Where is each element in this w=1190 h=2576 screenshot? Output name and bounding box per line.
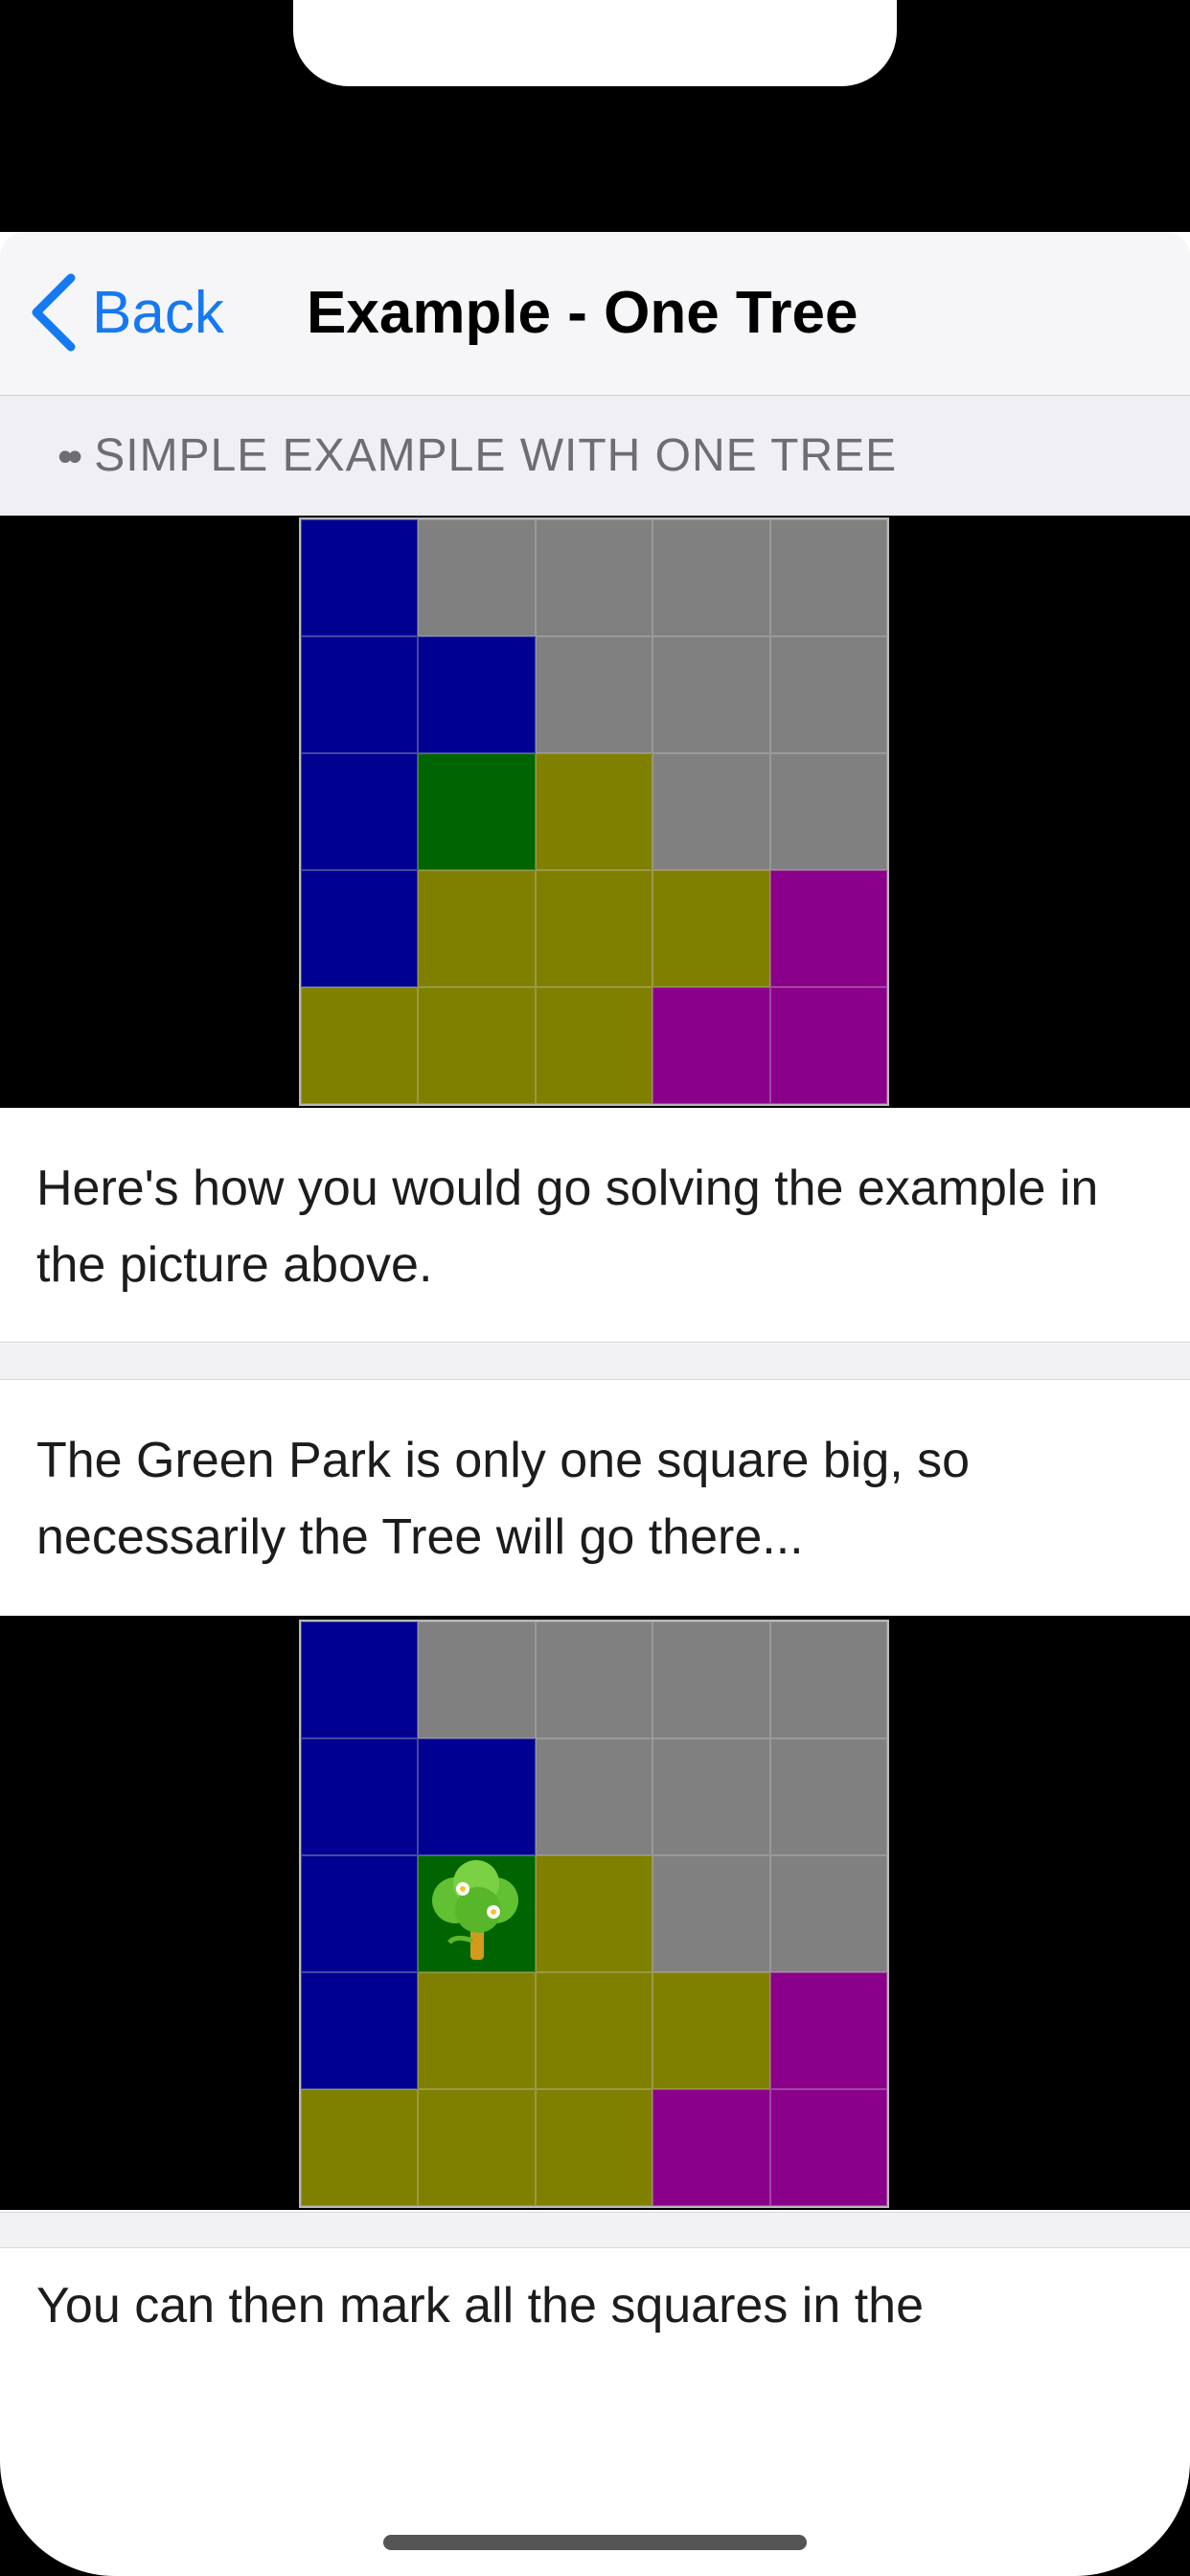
grid-cell-gray[interactable] <box>769 636 887 753</box>
grid-cell-gray[interactable] <box>652 519 770 636</box>
grid-cell-blue[interactable] <box>301 519 419 636</box>
grid-cell-gray[interactable] <box>769 1855 887 1972</box>
grid-cell-gray[interactable] <box>535 1738 653 1855</box>
page-title: Example - One Tree <box>307 279 858 346</box>
grid-cell-gray[interactable] <box>535 519 653 636</box>
grid-cell-gray[interactable] <box>769 1738 887 1855</box>
grid-cell-gray[interactable] <box>652 1622 770 1738</box>
grid-cell-gray[interactable] <box>418 519 536 636</box>
grid-cell-olive[interactable] <box>535 1855 653 1972</box>
section-header: •• SIMPLE EXAMPLE WITH ONE TREE <box>0 396 1190 516</box>
device-frame: Back Example - One Tree •• SIMPLE EXAMPL… <box>0 0 1190 2576</box>
home-indicator[interactable] <box>383 2535 807 2550</box>
grid-cell-olive[interactable] <box>418 2089 536 2206</box>
back-button[interactable]: Back <box>29 273 224 352</box>
grid-cell-blue[interactable] <box>301 870 419 987</box>
grid-cell-olive[interactable] <box>535 987 653 1104</box>
grid-cell-blue[interactable] <box>301 636 419 753</box>
green-park-text: The Green Park is only one square big, s… <box>36 1433 971 1565</box>
grid-cell-olive[interactable] <box>652 1972 770 2089</box>
grid-cell-gray[interactable] <box>769 753 887 870</box>
grid-cell-gray[interactable] <box>535 636 653 753</box>
grid-cell-olive[interactable] <box>652 870 770 987</box>
grid-cell-green[interactable] <box>418 753 536 870</box>
separator <box>0 2212 1190 2248</box>
grid-cell-olive[interactable] <box>418 1972 536 2089</box>
notch <box>293 0 897 86</box>
grid-cell-purple[interactable] <box>769 870 887 987</box>
grid-cell-green[interactable] <box>418 1855 536 1972</box>
puzzle-image-row <box>0 1616 1190 2210</box>
section-dots: •• <box>57 430 82 481</box>
grid-cell-gray[interactable] <box>652 753 770 870</box>
puzzle-grid <box>299 518 889 1106</box>
grid-cell-gray[interactable] <box>652 1738 770 1855</box>
grid-cell-purple[interactable] <box>769 2089 887 2206</box>
grid-cell-olive[interactable] <box>535 1972 653 2089</box>
grid-cell-purple[interactable] <box>652 2089 770 2206</box>
grid-cell-gray[interactable] <box>652 636 770 753</box>
list-item: The Green Park is only one square big, s… <box>0 1380 1190 1616</box>
chevron-left-icon <box>32 273 76 352</box>
grid-cell-gray[interactable] <box>769 519 887 636</box>
grid-cell-gray[interactable] <box>652 1855 770 1972</box>
modal-sheet: Back Example - One Tree •• SIMPLE EXAMPL… <box>0 232 1190 2340</box>
grid-cell-olive[interactable] <box>535 2089 653 2206</box>
list-item: Here's how you would go solving the exam… <box>0 1108 1190 1342</box>
grid-cell-gray[interactable] <box>535 1622 653 1738</box>
grid-cell-blue[interactable] <box>301 1855 419 1972</box>
list-item: You can then mark all the squares in the <box>0 2248 1190 2340</box>
grid-cell-olive[interactable] <box>418 870 536 987</box>
navigation-bar: Back Example - One Tree <box>0 232 1190 396</box>
grid-cell-purple[interactable] <box>769 987 887 1104</box>
mark-squares-text: You can then mark all the squares in the <box>36 2278 924 2334</box>
grid-cell-olive[interactable] <box>535 753 653 870</box>
grid-cell-blue[interactable] <box>418 1738 536 1855</box>
section-title: SIMPLE EXAMPLE WITH ONE TREE <box>94 430 898 481</box>
grid-cell-gray[interactable] <box>769 1622 887 1738</box>
grid-cell-blue[interactable] <box>301 1738 419 1855</box>
grid-cell-gray[interactable] <box>418 1622 536 1738</box>
grid-cell-blue[interactable] <box>301 1622 419 1738</box>
separator <box>0 1342 1190 1380</box>
grid-cell-purple[interactable] <box>652 987 770 1104</box>
puzzle-image-row <box>0 516 1190 1108</box>
grid-cell-blue[interactable] <box>418 636 536 753</box>
grid-cell-blue[interactable] <box>301 1972 419 2089</box>
grid-cell-olive[interactable] <box>301 2089 419 2206</box>
grid-cell-purple[interactable] <box>769 1972 887 2089</box>
intro-text: Here's how you would go solving the exam… <box>36 1161 1099 1293</box>
puzzle-grid-with-tree <box>299 1620 889 2208</box>
grid-cell-blue[interactable] <box>301 753 419 870</box>
grid-cell-olive[interactable] <box>418 987 536 1104</box>
grid-cell-olive[interactable] <box>535 870 653 987</box>
back-label: Back <box>92 279 224 346</box>
grid-cell-olive[interactable] <box>301 987 419 1104</box>
